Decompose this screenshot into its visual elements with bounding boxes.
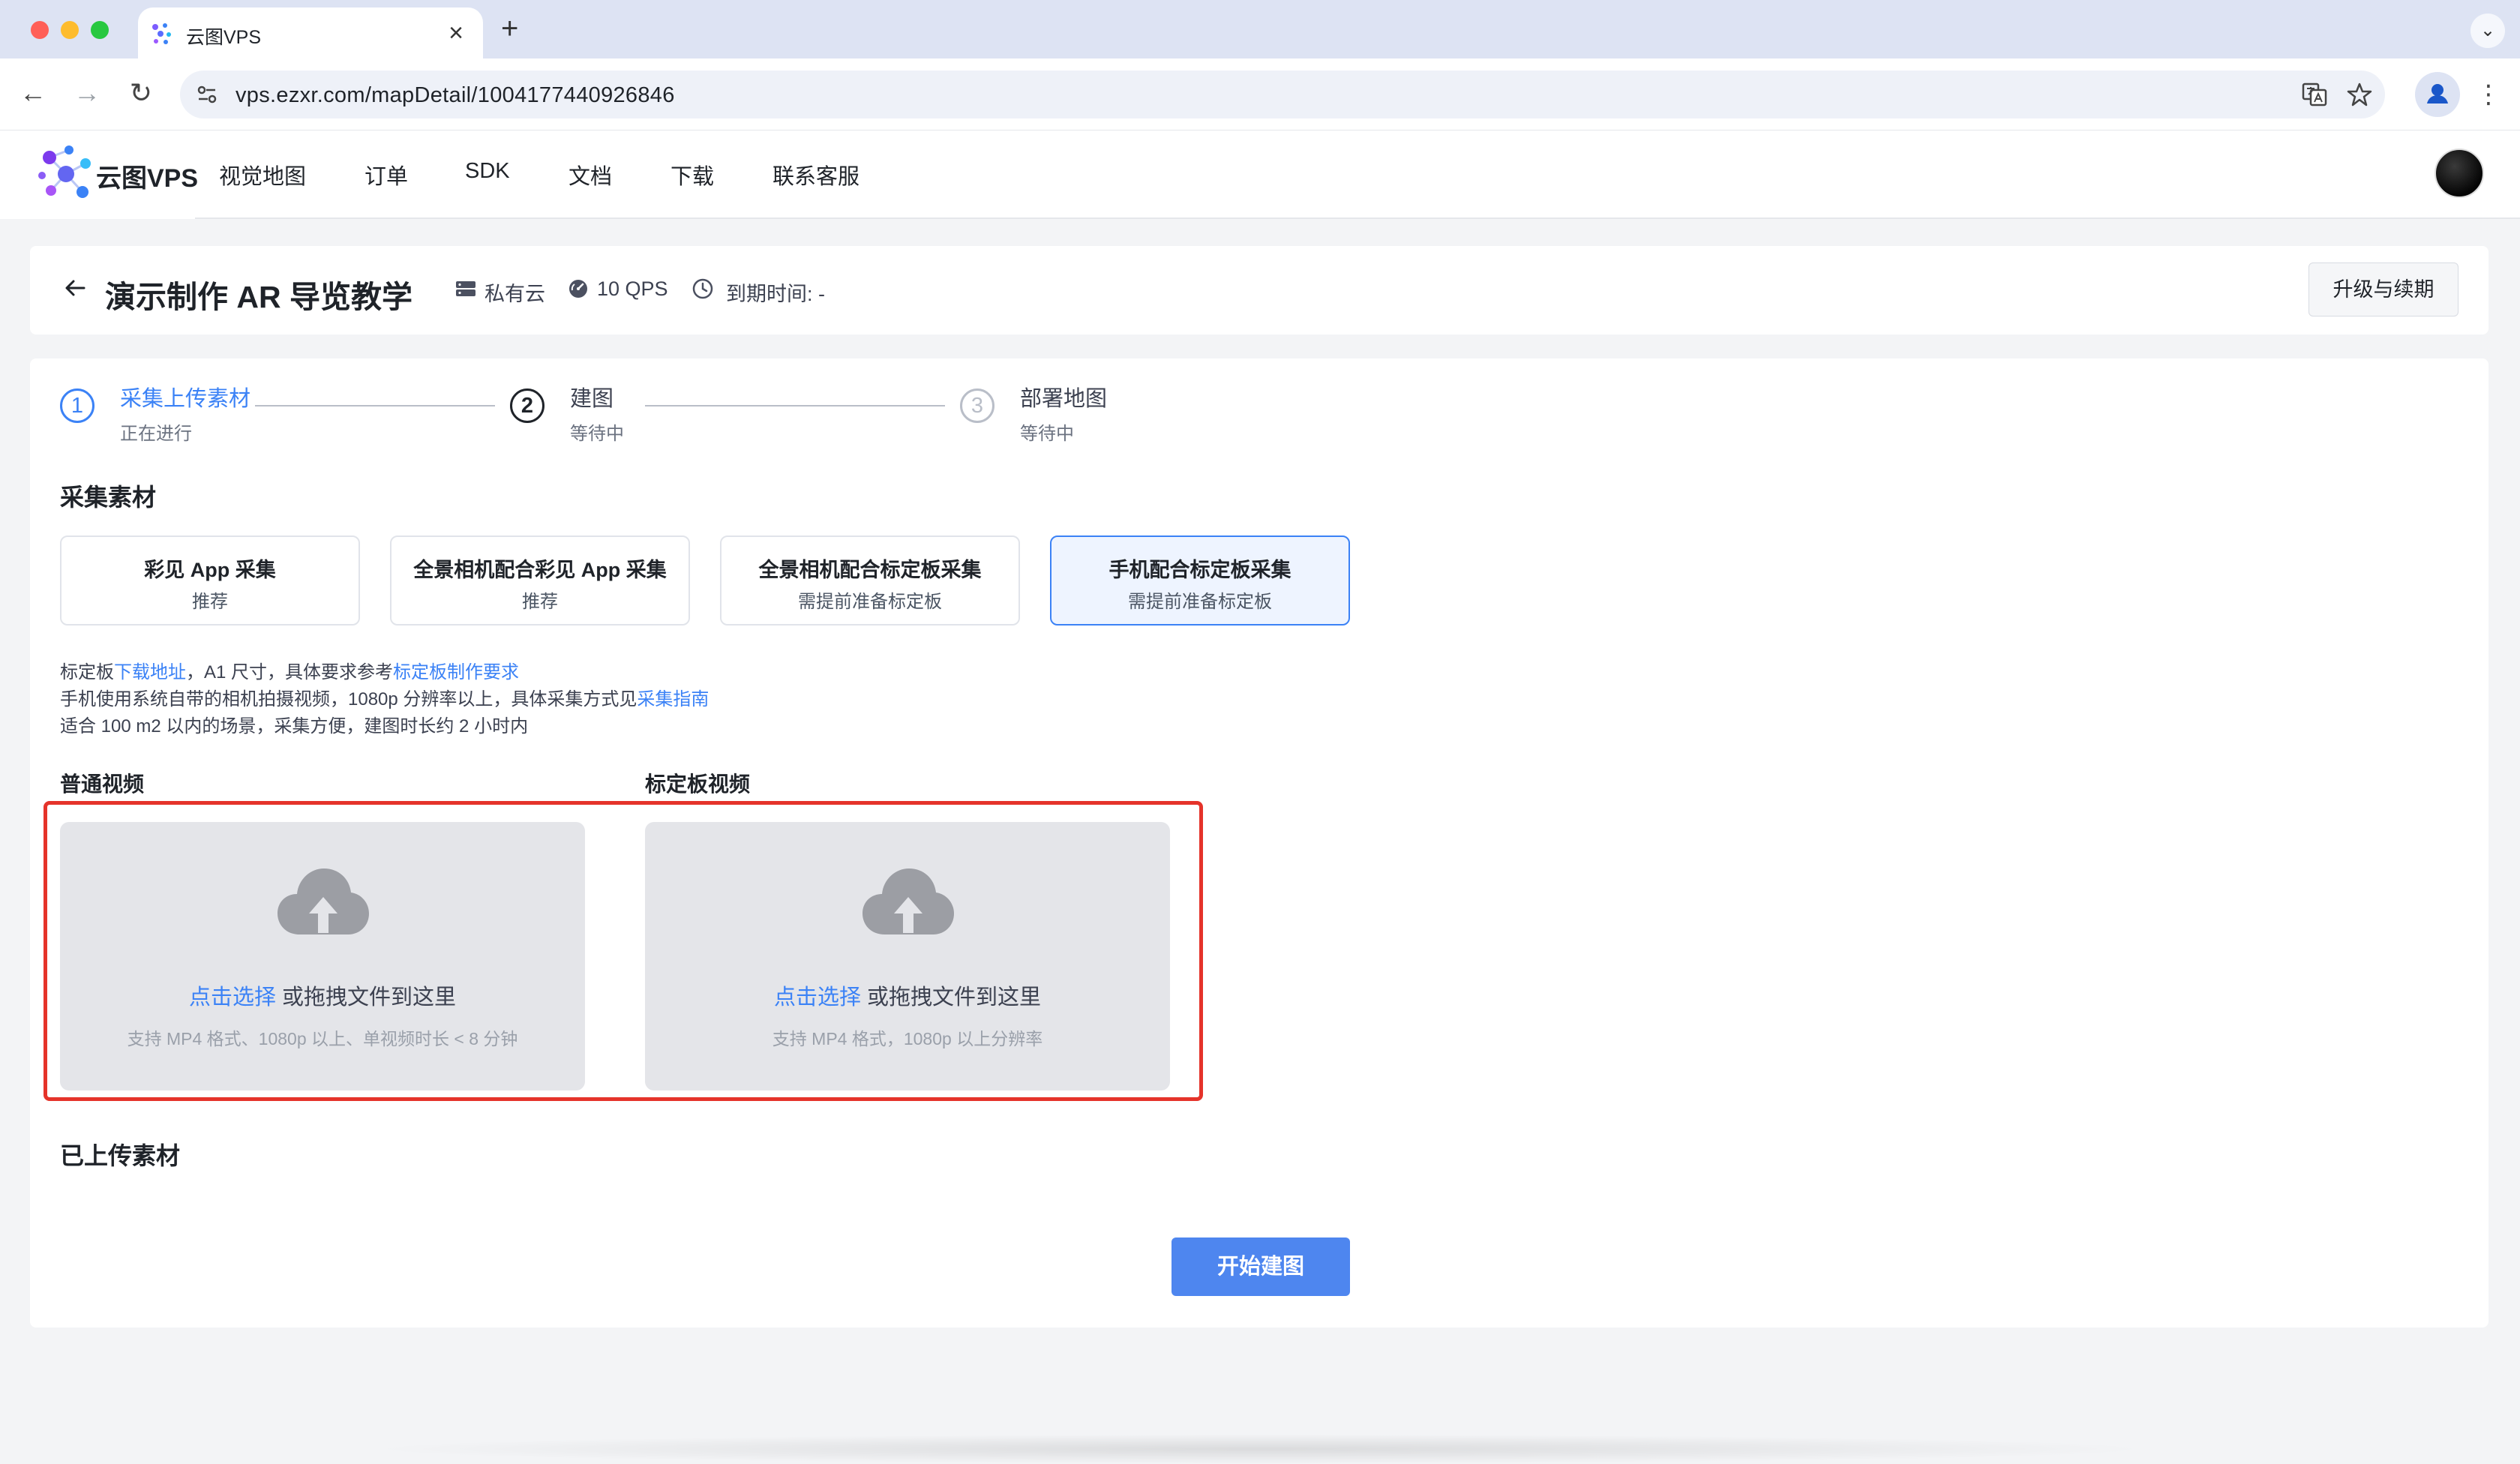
step-connector <box>645 405 945 406</box>
header-divider <box>195 218 2520 219</box>
back-button[interactable]: ← <box>15 76 51 110</box>
url-text[interactable]: vps.ezxr.com/mapDetail/1004177440926846 <box>236 83 675 108</box>
step-1-status: 正在进行 <box>120 424 192 444</box>
clock-icon <box>692 278 713 299</box>
tab-search-button[interactable]: ⌄ <box>2470 14 2505 48</box>
qps-value: 10 QPS <box>597 278 668 300</box>
window-minimize-button[interactable] <box>61 21 79 39</box>
map-title-card: 演示制作 AR 导览教学 私有云 10 QPS 到期时间: - 升级与续期 <box>30 246 2488 334</box>
bottom-shadow <box>360 1434 2160 1464</box>
info-text: 标定板 <box>60 662 114 682</box>
logo-text: 云图VPS <box>96 164 199 193</box>
user-avatar[interactable] <box>2434 148 2484 198</box>
step-connector <box>255 405 495 406</box>
method-sub: 推荐 <box>522 592 558 612</box>
expiry-time: 到期时间: - <box>726 283 825 305</box>
info-line-phone: 手机使用系统自带的相机拍摄视频，1080p 分辨率以上，具体采集方式见采集指南 <box>60 684 709 710</box>
nav-orders[interactable]: 订单 <box>364 159 408 190</box>
highlight-annotation <box>44 801 1203 1101</box>
yuntu-favicon-icon <box>152 23 171 44</box>
nav-sdk[interactable]: SDK <box>465 159 510 184</box>
info-line-board: 标定板下载地址，A1 尺寸，具体要求参考标定板制作要求 <box>60 657 519 683</box>
step-3-indicator: 3 <box>960 388 994 423</box>
browser-tab[interactable]: 云图VPS × <box>138 8 483 58</box>
server-icon <box>456 281 476 296</box>
forward-button[interactable]: → <box>69 76 105 110</box>
board-download-link[interactable]: 下载地址 <box>114 662 186 682</box>
method-panorama-board-collect[interactable]: 全景相机配合标定板采集 需提前准备标定板 <box>720 536 1020 626</box>
cloud-type: 私有云 <box>484 283 545 305</box>
speed-gauge-icon <box>569 280 587 298</box>
normal-video-label: 普通视频 <box>60 772 145 796</box>
nav-contact-support[interactable]: 联系客服 <box>772 159 860 190</box>
step-3-status: 等待中 <box>1020 424 1074 444</box>
tab-title: 云图VPS <box>186 27 262 48</box>
new-tab-button[interactable]: + <box>501 12 518 45</box>
profile-button[interactable] <box>2415 72 2460 117</box>
collect-guide-link[interactable]: 采集指南 <box>637 689 709 710</box>
nav-docs[interactable]: 文档 <box>568 159 612 190</box>
reload-button[interactable]: ↻ <box>123 76 159 110</box>
method-label: 全景相机配合标定板采集 <box>758 559 982 581</box>
nav-visual-map[interactable]: 视觉地图 <box>219 159 306 190</box>
tab-close-icon[interactable]: × <box>441 16 471 50</box>
step-3-title: 部署地图 <box>1020 387 1108 411</box>
method-label: 全景相机配合彩见 App 采集 <box>413 559 667 581</box>
board-requirements-link[interactable]: 标定板制作要求 <box>393 662 519 682</box>
info-line-scene: 适合 100 m2 以内的场景，采集方便，建图时长约 2 小时内 <box>60 716 529 736</box>
method-label: 手机配合标定板采集 <box>1108 559 1292 581</box>
method-panorama-app-collect[interactable]: 全景相机配合彩见 App 采集 推荐 <box>390 536 690 626</box>
method-app-collect[interactable]: 彩见 App 采集 推荐 <box>60 536 360 626</box>
nav-download[interactable]: 下载 <box>670 159 714 190</box>
window-close-button[interactable] <box>31 21 49 39</box>
info-text: 手机使用系统自带的相机拍摄视频，1080p 分辨率以上，具体采集方式见 <box>60 689 638 710</box>
board-video-label: 标定板视频 <box>645 772 751 796</box>
step-2-indicator: 2 <box>510 388 544 423</box>
browser-tab-bar: 云图VPS × + ⌄ <box>0 0 2520 58</box>
browser-toolbar: ← → ↻ vps.ezxr.com/mapDetail/10041774409… <box>0 58 2520 130</box>
step-2-title: 建图 <box>570 387 614 411</box>
method-label: 彩见 App 采集 <box>144 559 276 581</box>
app-header: 云图VPS 视觉地图 订单 SDK 文档 下载 联系客服 <box>0 130 2520 219</box>
yuntu-logo-icon <box>38 146 91 198</box>
address-bar[interactable]: vps.ezxr.com/mapDetail/1004177440926846 <box>180 70 2385 118</box>
profile-icon <box>2427 84 2448 104</box>
start-build-button[interactable]: 开始建图 <box>1172 1238 1350 1296</box>
collect-section-title: 采集素材 <box>60 484 157 511</box>
step-2-status: 等待中 <box>570 424 624 444</box>
method-phone-board-collect[interactable]: 手机配合标定板采集 需提前准备标定板 <box>1050 536 1350 626</box>
browser-menu-button[interactable]: ⋮ <box>2475 75 2502 114</box>
step-1-title: 采集上传素材 <box>120 387 251 411</box>
back-arrow-icon[interactable] <box>60 273 90 303</box>
uploaded-section-title: 已上传素材 <box>60 1142 181 1169</box>
page-title: 演示制作 AR 导览教学 <box>105 280 412 314</box>
method-sub: 推荐 <box>192 592 228 612</box>
translate-icon[interactable] <box>2301 81 2328 108</box>
step-1-indicator: 1 <box>60 388 94 423</box>
info-text: ，A1 尺寸，具体要求参考 <box>186 662 394 682</box>
upgrade-renew-button[interactable]: 升级与续期 <box>2308 262 2458 316</box>
method-sub: 需提前准备标定板 <box>798 592 942 612</box>
bookmark-star-icon[interactable] <box>2346 81 2373 108</box>
window-zoom-button[interactable] <box>91 21 109 39</box>
method-sub: 需提前准备标定板 <box>1128 592 1272 612</box>
upload-card: 1 采集上传素材 正在进行 2 建图 等待中 3 部署地图 等待中 采集素材 彩… <box>30 358 2488 1328</box>
site-settings-icon[interactable] <box>194 81 220 108</box>
